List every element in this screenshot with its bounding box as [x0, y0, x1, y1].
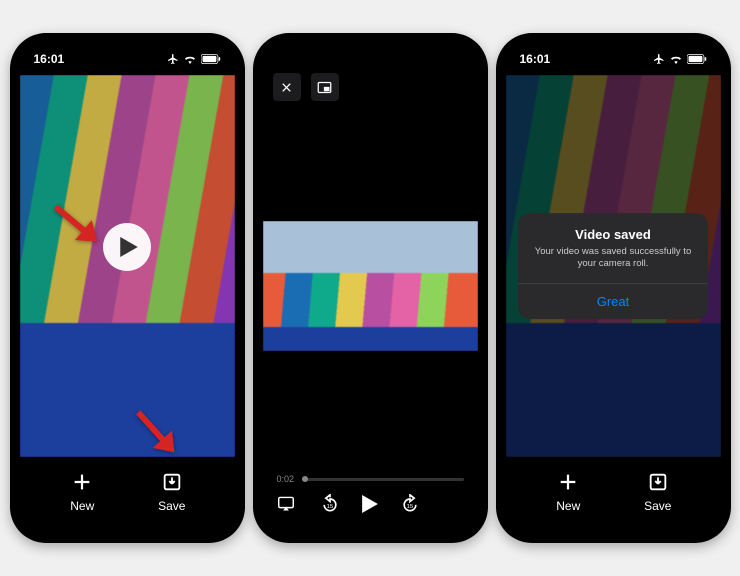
close-button[interactable]	[273, 73, 301, 101]
battery-icon	[687, 54, 707, 64]
saved-dialog: Video saved Your video was saved success…	[518, 213, 708, 319]
video-frame	[263, 221, 478, 351]
skip-forward-icon: 15	[400, 494, 420, 514]
skip-back-icon: 15	[320, 494, 340, 514]
video-preview-dimmed: Video saved Your video was saved success…	[506, 75, 721, 457]
new-label: New	[70, 499, 94, 513]
play-button[interactable]	[103, 223, 151, 271]
dialog-title: Video saved	[530, 227, 696, 242]
player-content: 0:02 15	[263, 67, 478, 533]
phone-mockup-1: 16:01 New	[10, 33, 245, 543]
wifi-icon	[669, 54, 683, 64]
skip-forward-button[interactable]: 15	[400, 494, 420, 519]
notch	[79, 33, 175, 55]
notch	[322, 33, 418, 55]
editor-content: Video saved Your video was saved success…	[506, 75, 721, 533]
notch	[565, 33, 661, 55]
new-button[interactable]: New	[543, 469, 593, 513]
airplane-mode-icon	[167, 53, 179, 65]
new-button[interactable]: New	[57, 469, 107, 513]
status-time: 16:01	[34, 52, 65, 66]
scrubber-thumb[interactable]	[302, 476, 308, 482]
svg-text:15: 15	[407, 504, 413, 510]
screen: 16:01 Video saved Your video was saved s…	[506, 43, 721, 533]
new-label: New	[556, 499, 580, 513]
skip-back-button[interactable]: 15	[320, 494, 340, 519]
annotation-arrow-play	[40, 188, 110, 263]
phone-mockup-2: 0:02 15	[253, 33, 488, 543]
dialog-message: Your video was saved successfully to you…	[530, 246, 696, 271]
save-label: Save	[644, 499, 671, 513]
plus-icon	[69, 469, 95, 495]
pip-button[interactable]	[311, 73, 339, 101]
battery-icon	[201, 54, 221, 64]
plus-icon	[555, 469, 581, 495]
airplay-icon	[277, 496, 295, 512]
transport-bar: 15 15	[277, 494, 464, 519]
playback-time: 0:02	[277, 474, 295, 484]
video-image	[263, 221, 478, 351]
dialog-confirm-button[interactable]: Great	[518, 283, 708, 319]
wifi-icon	[183, 54, 197, 64]
status-icons	[167, 53, 221, 65]
player-top-bar	[263, 67, 478, 107]
airplay-button[interactable]	[277, 496, 295, 517]
svg-text:15: 15	[327, 504, 333, 510]
save-button[interactable]: Save	[147, 469, 197, 513]
play-icon	[362, 495, 378, 513]
close-icon	[280, 81, 293, 94]
play-icon	[120, 237, 138, 257]
scrubber-track[interactable]	[302, 478, 463, 481]
pip-icon	[317, 81, 332, 94]
phone-mockup-3: 16:01 Video saved Your video was saved s…	[496, 33, 731, 543]
video-viewport[interactable]	[263, 107, 478, 464]
scrubber[interactable]: 0:02	[277, 472, 464, 486]
annotation-arrow-save	[120, 396, 190, 471]
bottom-toolbar: New Save	[506, 457, 721, 533]
save-button[interactable]: Save	[633, 469, 683, 513]
play-pause-button[interactable]	[362, 495, 378, 518]
airplane-mode-icon	[653, 53, 665, 65]
screen: 0:02 15	[263, 43, 478, 533]
status-icons	[653, 53, 707, 65]
player-controls: 0:02 15	[263, 464, 478, 533]
save-icon	[159, 469, 185, 495]
save-icon	[645, 469, 671, 495]
save-label: Save	[158, 499, 185, 513]
status-time: 16:01	[520, 52, 551, 66]
